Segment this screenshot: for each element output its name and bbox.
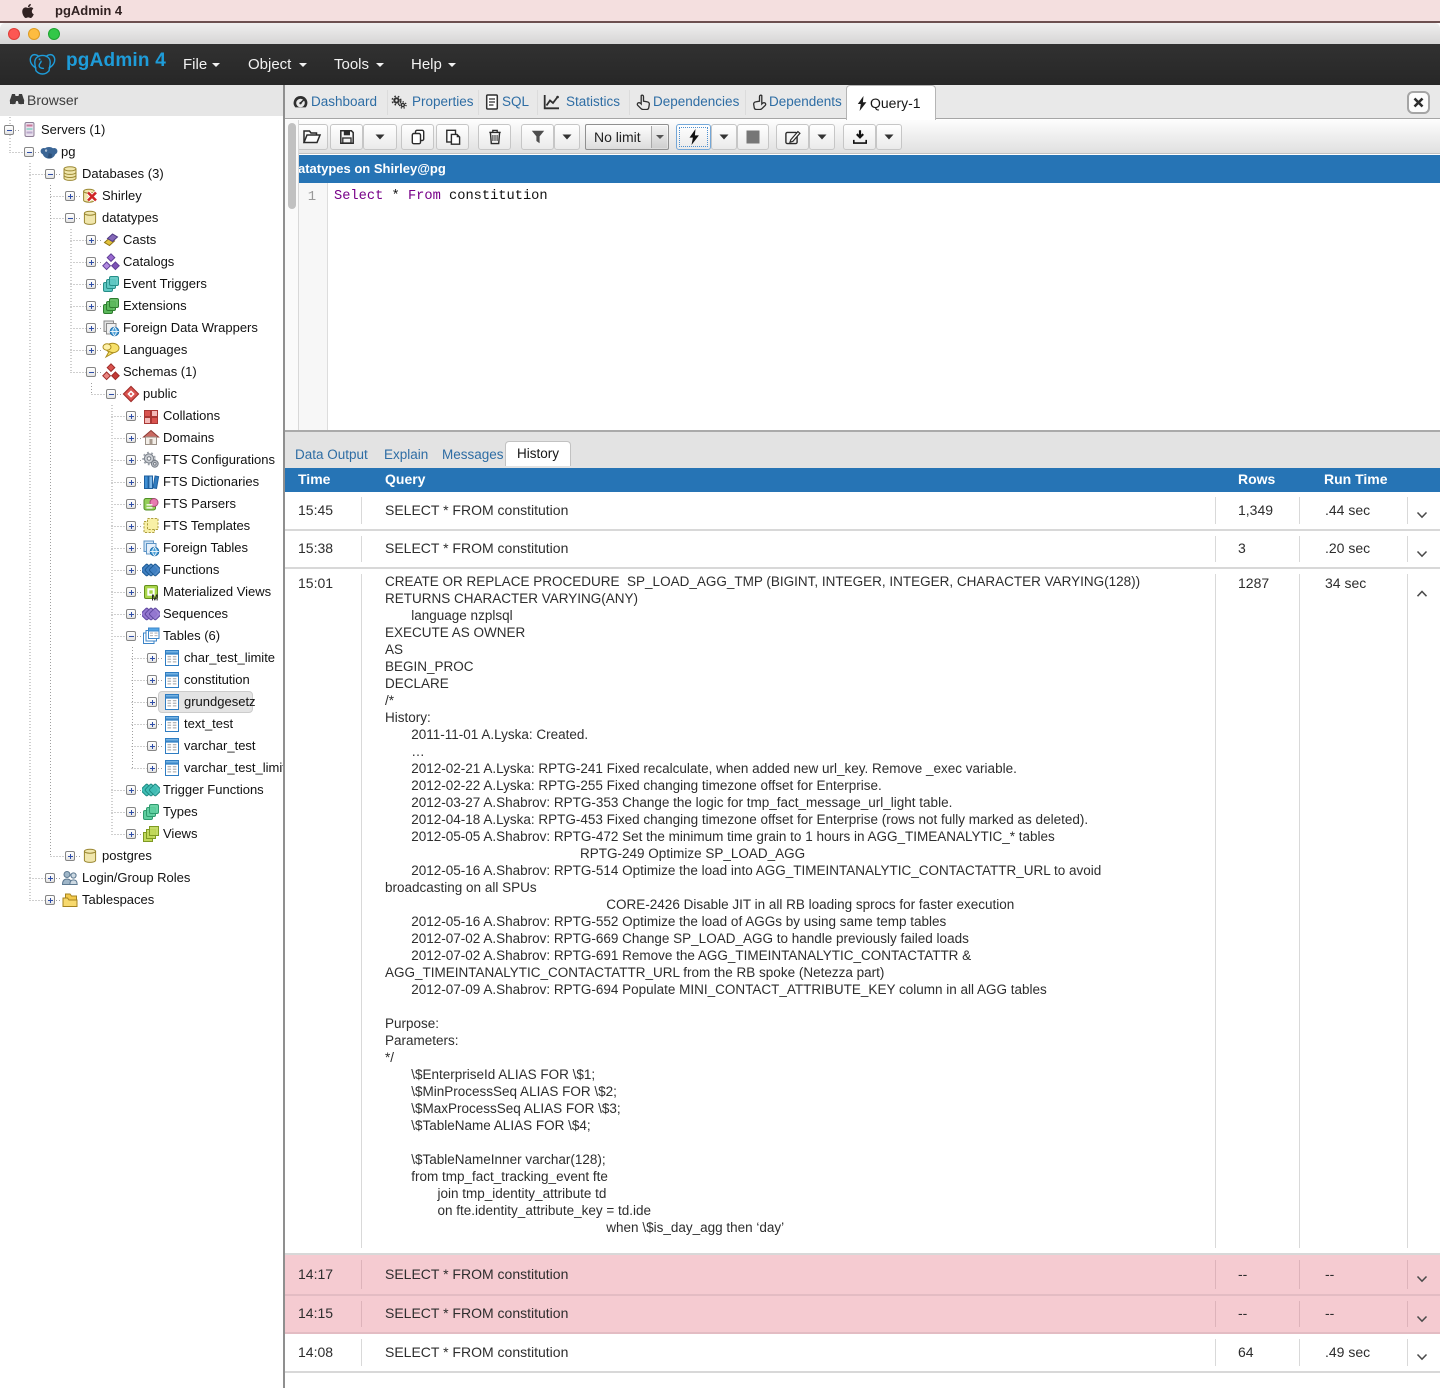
svg-text:M: M xyxy=(152,594,159,602)
